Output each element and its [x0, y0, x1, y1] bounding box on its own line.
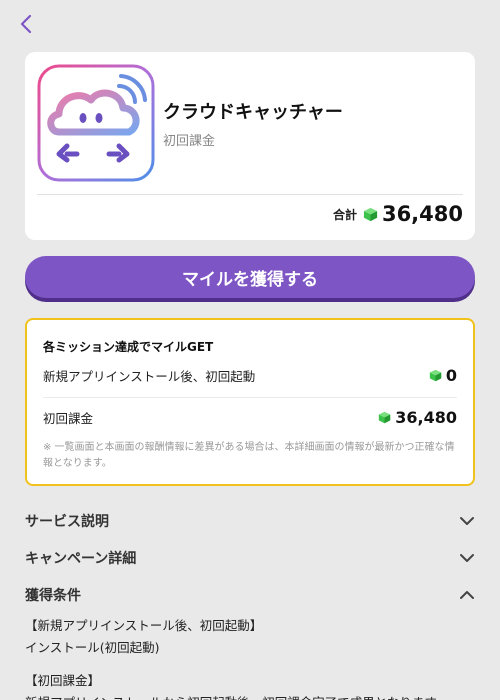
gem-icon	[363, 207, 378, 221]
section-label: キャンペーン詳細	[25, 551, 137, 567]
mission-value: 36,480	[378, 408, 457, 427]
mission-value-number: 0	[445, 366, 457, 385]
mission-label: 初回課金	[43, 411, 94, 426]
condition-text: インストール(初回起動)	[25, 640, 160, 655]
app-title: クラウドキャッチャー	[163, 102, 343, 123]
mission-box: 各ミッション達成でマイルGET 新規アプリインストール後、初回起動 0 初回課金…	[25, 318, 475, 486]
section-label: サービス説明	[25, 514, 109, 530]
cloud-catcher-app-icon	[37, 64, 155, 182]
mission-value-number: 36,480	[395, 408, 457, 427]
mission-row-first-purchase: 初回課金 36,480	[43, 408, 457, 427]
card-divider	[37, 194, 463, 195]
chevron-up-icon	[460, 591, 474, 599]
app-card: クラウドキャッチャー 初回課金 合計 36,480	[25, 52, 475, 240]
app-subtitle: 初回課金	[163, 134, 216, 149]
gem-icon	[379, 411, 391, 424]
mission-note: ※ 一覧画面と本画面の報酬情報に差異がある場合は、本詳細画面の情報が最新かつ正確…	[43, 442, 455, 469]
total-reward: 合計 36,480	[333, 202, 463, 226]
total-value: 36,480	[381, 202, 463, 226]
mission-divider	[43, 397, 457, 398]
section-campaign-details[interactable]: キャンペーン詳細	[25, 547, 475, 569]
chevron-down-icon	[460, 554, 474, 562]
mission-value: 0	[429, 366, 457, 385]
section-service-description[interactable]: サービス説明	[25, 510, 475, 532]
section-label: 獲得条件	[25, 588, 81, 604]
condition-text: 新規アプリインストールから初回起動後、初回課金完了で成果となります。	[25, 692, 448, 700]
mission-label: 新規アプリインストール後、初回起動	[43, 369, 256, 384]
chevron-down-icon	[460, 517, 474, 525]
total-label: 合計	[332, 207, 357, 222]
mission-title: 各ミッション達成でマイルGET	[43, 340, 214, 354]
condition-heading: 【新規アプリインストール後、初回起動】	[25, 618, 263, 633]
earn-miles-button[interactable]: マイルを獲得する	[25, 256, 475, 298]
section-acquisition-conditions[interactable]: 獲得条件	[25, 584, 475, 606]
back-button[interactable]	[14, 10, 38, 38]
mission-row-install: 新規アプリインストール後、初回起動 0	[43, 366, 457, 385]
chevron-left-icon	[20, 14, 32, 34]
condition-heading: 【初回課金】	[25, 673, 101, 688]
gem-icon	[429, 369, 442, 382]
